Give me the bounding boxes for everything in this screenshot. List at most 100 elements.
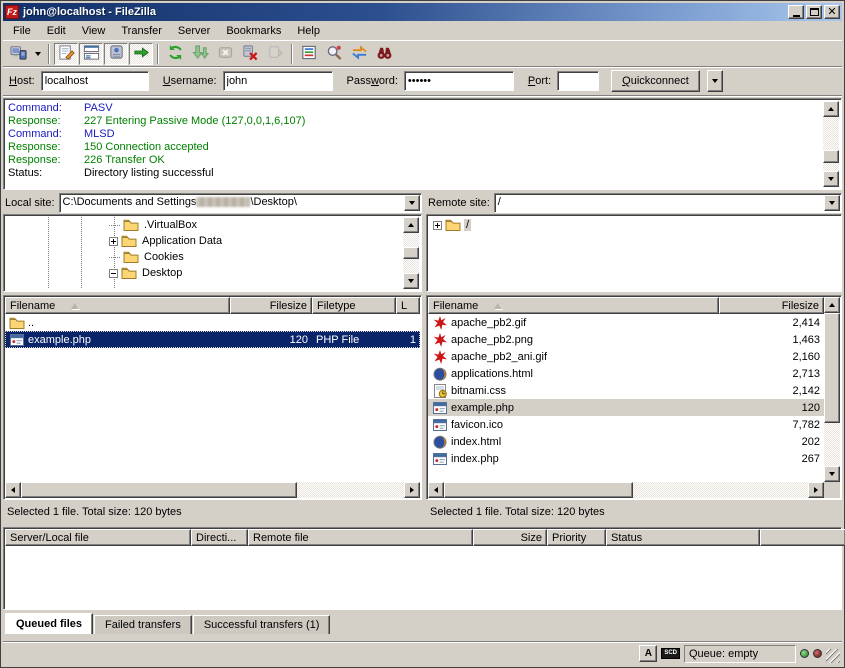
menu-file[interactable]: File: [5, 23, 39, 39]
scroll-track[interactable]: [21, 482, 404, 498]
remote-directory-tree[interactable]: /: [429, 217, 839, 289]
find-files-button[interactable]: [372, 43, 396, 65]
remote-site-dropdown-button[interactable]: [824, 195, 840, 211]
file-row-example-php[interactable]: example.php120PHP File1: [5, 331, 420, 348]
local-directory-tree[interactable]: .VirtualBoxApplication DataCookiesDeskto…: [6, 217, 403, 289]
close-button[interactable]: ✕: [824, 5, 840, 19]
local-site-combo[interactable]: C:\Documents and Settings\Desktop\: [59, 193, 422, 213]
scroll-left-button[interactable]: [428, 482, 444, 498]
file-row-bitnami-css[interactable]: bitnami.css2,142: [428, 382, 824, 399]
column-header-l[interactable]: L: [396, 297, 420, 314]
speed-limit-icon[interactable]: SCD: [661, 648, 680, 659]
remote-file-list[interactable]: apache_pb2.gif2,414apache_pb2.png1,463ap…: [428, 314, 824, 482]
column-header-filesize[interactable]: Filesize: [719, 297, 824, 314]
remote-scrollbar[interactable]: [824, 297, 840, 482]
expand-icon[interactable]: [109, 237, 118, 246]
toggle-local-tree-button[interactable]: [79, 43, 103, 65]
resize-grip[interactable]: [826, 649, 840, 663]
column-header-remote-file[interactable]: Remote file: [248, 529, 473, 546]
file-row-applications-html[interactable]: applications.html2,713: [428, 365, 824, 382]
file-row-apache-pb2-ani-gif[interactable]: apache_pb2_ani.gif2,160: [428, 348, 824, 365]
tab-queued-files[interactable]: Queued files: [5, 613, 93, 634]
tree-item-desktop[interactable]: Desktop: [6, 265, 403, 281]
column-header-filesize[interactable]: Filesize: [230, 297, 312, 314]
menu-view[interactable]: View: [74, 23, 114, 39]
log-scrollbar[interactable]: [823, 101, 839, 187]
refresh-button[interactable]: [163, 43, 187, 65]
scroll-right-button[interactable]: [404, 482, 420, 498]
compare-button[interactable]: [322, 43, 346, 65]
tree-item-cookies[interactable]: Cookies: [6, 249, 403, 265]
quickconnect-dropdown-button[interactable]: [707, 70, 723, 92]
file-row-apache-pb2-png[interactable]: apache_pb2.png1,463: [428, 331, 824, 348]
tree-item-root[interactable]: /: [429, 217, 839, 233]
menu-edit[interactable]: Edit: [39, 23, 74, 39]
sync-browsing-button[interactable]: [347, 43, 371, 65]
column-header-directi-[interactable]: Directi...: [191, 529, 248, 546]
tree-item--virtualbox[interactable]: .VirtualBox: [6, 217, 403, 233]
file-row-example-php[interactable]: example.php120: [428, 399, 824, 416]
title-bar[interactable]: Fz john@localhost - FileZilla ✕: [3, 3, 842, 21]
site-manager-dropdown-button[interactable]: [31, 43, 44, 65]
disconnect-button[interactable]: [238, 43, 262, 65]
tab-failed-transfers[interactable]: Failed transfers: [94, 615, 192, 634]
scroll-up-button[interactable]: [823, 101, 839, 117]
scroll-track[interactable]: [444, 482, 808, 498]
expand-icon[interactable]: [433, 221, 442, 230]
scroll-thumb[interactable]: [403, 247, 419, 259]
toggle-queue-button[interactable]: [129, 43, 153, 65]
port-input[interactable]: [557, 71, 599, 91]
file-row-index-html[interactable]: index.html202: [428, 433, 824, 450]
column-header-status[interactable]: Status: [606, 529, 760, 546]
scroll-thumb[interactable]: [824, 313, 840, 423]
scroll-thumb[interactable]: [21, 482, 297, 498]
column-header-filename[interactable]: Filename: [428, 297, 719, 314]
file-row--[interactable]: ..: [5, 314, 420, 331]
process-queue-button[interactable]: [188, 43, 212, 65]
queue-body[interactable]: [5, 546, 840, 608]
column-header-spacer[interactable]: [760, 529, 845, 546]
minimize-button[interactable]: [788, 5, 804, 19]
local-site-dropdown-button[interactable]: [404, 195, 420, 211]
local-hscrollbar[interactable]: [5, 482, 420, 498]
file-row-index-php[interactable]: index.php267: [428, 450, 824, 467]
scroll-thumb[interactable]: [444, 482, 633, 498]
scroll-track[interactable]: [403, 233, 419, 273]
file-row-apache-pb2-gif[interactable]: apache_pb2.gif2,414: [428, 314, 824, 331]
scroll-left-button[interactable]: [5, 482, 21, 498]
scroll-track[interactable]: [823, 117, 839, 171]
scroll-right-button[interactable]: [808, 482, 824, 498]
menu-transfer[interactable]: Transfer: [113, 23, 170, 39]
reconnect-button[interactable]: [263, 43, 287, 65]
column-header-priority[interactable]: Priority: [547, 529, 606, 546]
site-manager-button[interactable]: [6, 43, 30, 65]
maximize-button[interactable]: [806, 5, 822, 19]
remote-hscrollbar[interactable]: [428, 482, 824, 498]
scroll-down-button[interactable]: [823, 171, 839, 187]
column-header-filename[interactable]: Filename: [5, 297, 230, 314]
scroll-track[interactable]: [824, 313, 840, 466]
remote-site-combo[interactable]: /: [494, 193, 842, 213]
column-header-server-local-file[interactable]: Server/Local file: [5, 529, 191, 546]
tab-successful-transfers-1-[interactable]: Successful transfers (1): [193, 615, 331, 634]
file-row-favicon-ico[interactable]: favicon.ico7,782: [428, 416, 824, 433]
tree-item-application-data[interactable]: Application Data: [6, 233, 403, 249]
host-input[interactable]: [41, 71, 149, 91]
cancel-button[interactable]: [213, 43, 237, 65]
username-input[interactable]: [223, 71, 333, 91]
menu-bookmarks[interactable]: Bookmarks: [218, 23, 289, 39]
toggle-remote-tree-button[interactable]: [104, 43, 128, 65]
password-input[interactable]: [404, 71, 514, 91]
scroll-up-button[interactable]: [824, 297, 840, 313]
scroll-up-button[interactable]: [403, 217, 419, 233]
transfer-type-indicator[interactable]: A: [639, 645, 657, 662]
collapse-icon[interactable]: [109, 269, 118, 278]
local-tree-scrollbar[interactable]: [403, 217, 419, 289]
scroll-down-button[interactable]: [403, 273, 419, 289]
filter-button[interactable]: [297, 43, 321, 65]
menu-help[interactable]: Help: [289, 23, 328, 39]
column-header-filetype[interactable]: Filetype: [312, 297, 396, 314]
column-header-size[interactable]: Size: [473, 529, 547, 546]
menu-server[interactable]: Server: [170, 23, 218, 39]
toggle-log-button[interactable]: [54, 43, 78, 65]
